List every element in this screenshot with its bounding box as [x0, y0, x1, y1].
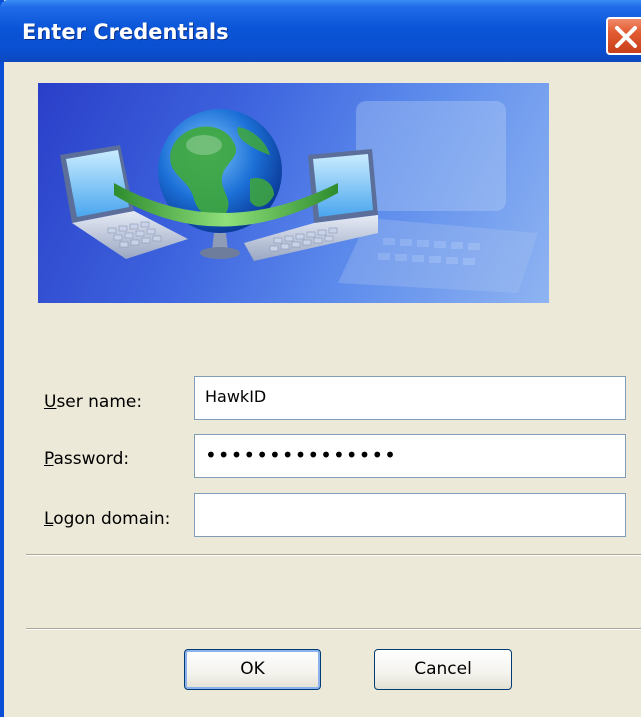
ok-button[interactable]: OK	[184, 649, 321, 690]
username-label: User name:	[44, 392, 143, 412]
password-input[interactable]: •••••••••••••••	[194, 434, 626, 478]
title-bar[interactable]: Enter Credentials	[0, 0, 641, 62]
separator	[26, 628, 641, 630]
logon-domain-input[interactable]	[194, 493, 626, 537]
password-label: Password:	[44, 449, 130, 469]
credentials-dialog: Enter Credentials User name: HawkID Pass…	[0, 0, 641, 717]
username-input[interactable]: HawkID	[194, 376, 626, 420]
logon-domain-label: Logon domain:	[44, 509, 171, 529]
globe-stand-icon	[200, 233, 240, 259]
close-button[interactable]	[606, 17, 641, 55]
network-banner-image	[38, 83, 549, 303]
cancel-button[interactable]: Cancel	[374, 649, 512, 690]
window-title: Enter Credentials	[22, 20, 229, 44]
close-icon	[615, 26, 637, 48]
separator	[26, 554, 641, 556]
